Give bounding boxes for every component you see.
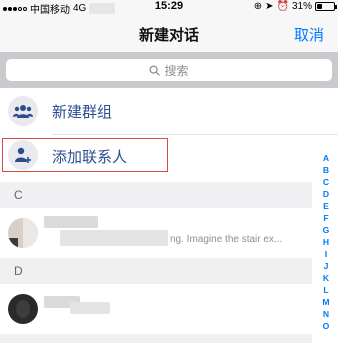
status-bar: 中国移动 4G 15:29 ⊕ ➤ ⏰ 31% <box>0 0 338 16</box>
index-bar[interactable]: ABCDEFGHIJKLMNO <box>320 152 332 332</box>
battery-icon <box>315 2 337 11</box>
search-bar: 搜索 <box>0 52 338 88</box>
new-group-label: 新建群组 <box>52 104 113 121</box>
battery-percent: 31% <box>291 1 312 12</box>
index-letter[interactable]: L <box>323 284 328 296</box>
index-letter[interactable]: D <box>323 188 329 200</box>
blurred-name <box>44 216 98 228</box>
battery-fill <box>317 4 322 9</box>
nav-bar: 新建对话 取消 <box>0 14 338 52</box>
search-icon <box>149 64 161 76</box>
index-letter[interactable]: H <box>323 236 329 248</box>
message-preview: ng. Imagine the stair ex... <box>170 234 283 245</box>
index-letter[interactable]: M <box>322 296 329 308</box>
index-letter[interactable]: J <box>324 260 329 272</box>
search-input[interactable]: 搜索 <box>6 59 332 81</box>
index-letter[interactable]: K <box>323 272 329 284</box>
cancel-button[interactable]: 取消 <box>294 24 324 45</box>
section-letter: C <box>14 188 23 202</box>
index-letter[interactable]: I <box>325 248 327 260</box>
status-right: ⊕ ➤ ⏰ 31% <box>253 1 337 12</box>
search-placeholder: 搜索 <box>164 63 189 78</box>
avatar <box>8 294 38 324</box>
rotation-lock-icon: ⊕ <box>253 1 263 12</box>
blurred-text <box>60 230 168 246</box>
location-icon: ➤ <box>265 1 274 12</box>
section-letter: D <box>14 264 23 278</box>
index-letter[interactable]: N <box>323 308 329 320</box>
index-letter[interactable]: O <box>323 320 330 332</box>
page-title: 新建对话 <box>138 27 199 44</box>
highlight-annotation <box>2 138 168 172</box>
avatar <box>8 218 38 248</box>
section-header-d: D <box>0 258 312 284</box>
contact-row[interactable] <box>0 284 312 334</box>
section-header-c: C <box>0 182 312 208</box>
new-group-row[interactable]: 新建群组 <box>0 88 338 134</box>
index-letter[interactable]: A <box>323 152 329 164</box>
index-letter[interactable]: B <box>323 164 329 176</box>
blurred-text <box>70 302 110 314</box>
index-letter[interactable]: F <box>323 212 328 224</box>
alarm-icon: ⏰ <box>276 1 289 12</box>
section-header-partial <box>0 334 312 343</box>
index-letter[interactable]: E <box>323 200 329 212</box>
group-icon <box>8 96 38 126</box>
index-letter[interactable]: G <box>323 224 330 236</box>
index-letter[interactable]: C <box>323 176 329 188</box>
contact-row[interactable]: ng. Imagine the stair ex... <box>0 208 312 258</box>
